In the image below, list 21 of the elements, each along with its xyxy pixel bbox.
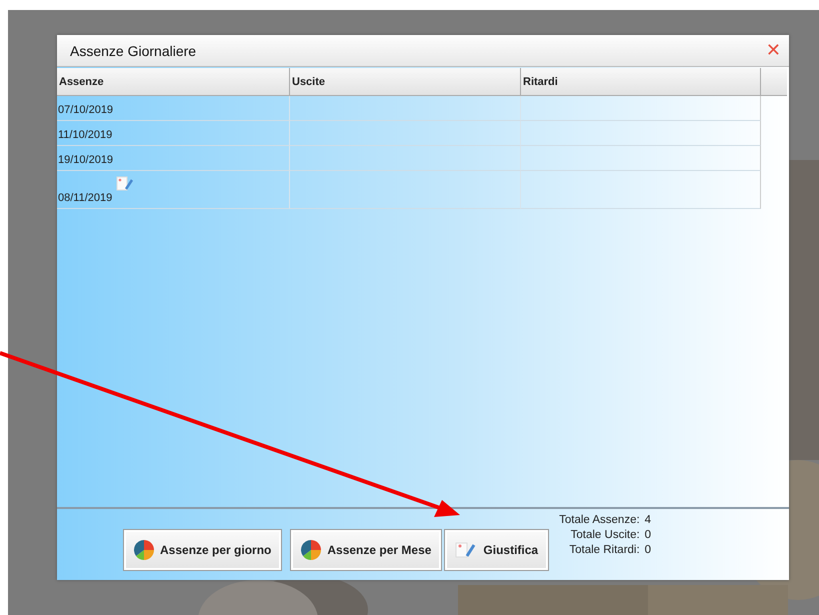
total-label: Totale Ritardi: xyxy=(568,543,640,558)
window-title: Assenze Giornaliere xyxy=(70,42,196,58)
edit-note-icon xyxy=(455,541,478,559)
table-cell: 08/11/2019 xyxy=(58,192,112,204)
column-header[interactable]: Assenze xyxy=(57,68,290,96)
header-corner xyxy=(761,68,787,96)
total-value: 4 xyxy=(644,513,652,528)
total-value: 0 xyxy=(644,543,652,558)
total-label: Totale Assenze: xyxy=(559,513,640,528)
chart-button[interactable]: Assenze per giorno xyxy=(123,529,282,571)
column-header[interactable]: Uscite xyxy=(290,68,521,96)
table-cell: 19/10/2019 xyxy=(58,154,114,166)
chart-button[interactable]: Assenze per Mese xyxy=(290,529,442,571)
total-value: 0 xyxy=(644,528,652,543)
table-cell: 07/10/2019 xyxy=(58,104,114,116)
justify-button[interactable]: Giustifica xyxy=(444,529,550,571)
pie-chart-icon xyxy=(301,540,322,560)
column-header[interactable]: Ritardi xyxy=(521,68,761,96)
pie-chart-icon xyxy=(134,540,154,560)
table-cell: 11/10/2019 xyxy=(58,129,112,141)
total-label: Totale Uscite: xyxy=(570,528,640,543)
